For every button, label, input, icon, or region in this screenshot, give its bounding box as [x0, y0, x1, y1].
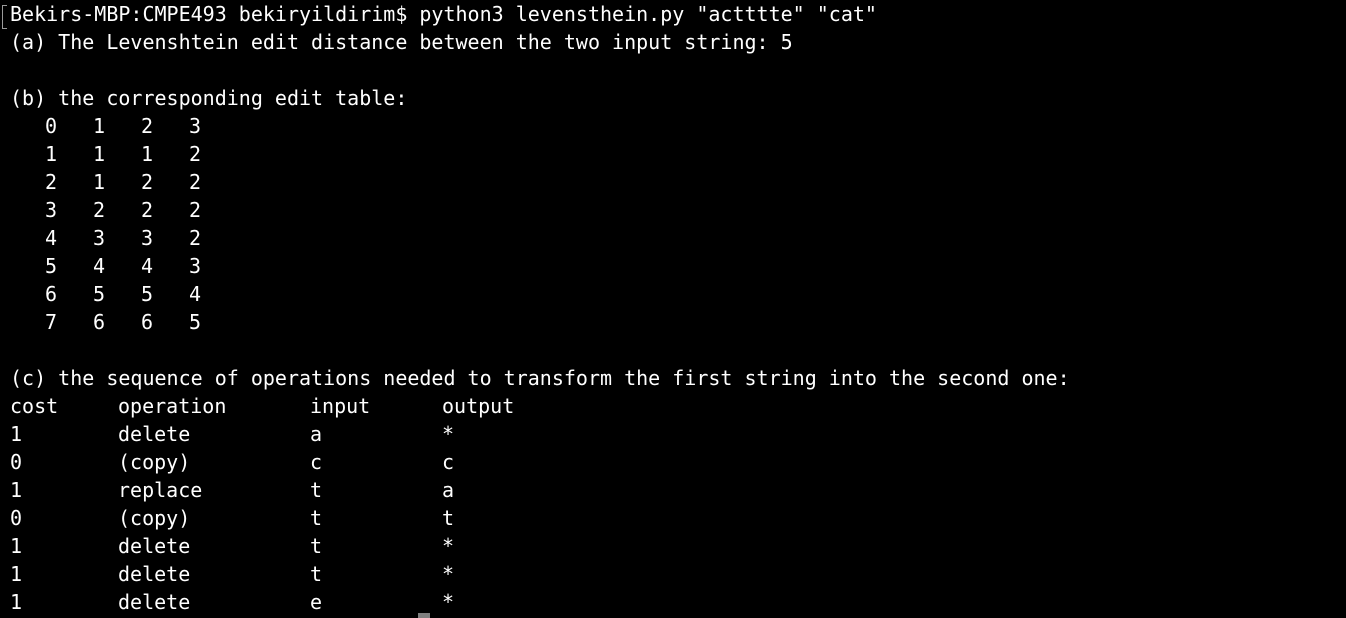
edit-table-cell: 0: [45, 114, 58, 138]
operations-row-cell: 1: [10, 562, 23, 586]
edit-table-cell: 4: [189, 282, 202, 306]
edit-table-cell: 6: [93, 310, 106, 334]
operations-row-cell: e: [310, 590, 323, 614]
edit-table-cell: 2: [45, 170, 58, 194]
edit-table-cell: 2: [189, 142, 202, 166]
edit-table-cell: 2: [141, 170, 154, 194]
operations-row-cell: c: [442, 450, 455, 474]
operations-row-cell: 1: [10, 534, 23, 558]
operations-row-cell: delete: [118, 590, 191, 614]
edit-table-cell: 3: [189, 254, 202, 278]
edit-table-cell: 1: [93, 170, 106, 194]
edit-table-cell: 5: [141, 282, 154, 306]
operations-row-cell: c: [310, 450, 323, 474]
operations-row-cell: delete: [118, 422, 191, 446]
edit-table-cell: 1: [45, 142, 58, 166]
operations-row-cell: t: [310, 506, 323, 530]
operations-row-cell: a: [310, 422, 323, 446]
edit-distance-line: (a) The Levenshtein edit distance betwee…: [10, 30, 793, 54]
operations-row-cell: t: [310, 562, 323, 586]
edit-table-cell: 2: [141, 198, 154, 222]
operations-header-cell: operation: [118, 394, 227, 418]
edit-table-cell: 5: [45, 254, 58, 278]
terminal-window[interactable]: Bekirs-MBP:CMPE493 bekiryildirim$ python…: [0, 0, 1346, 618]
operations-row-cell: *: [442, 562, 455, 586]
terminal-cursor: [418, 613, 430, 618]
edit-table-cell: 4: [93, 254, 106, 278]
edit-table-cell: 2: [93, 198, 106, 222]
operations-row-cell: delete: [118, 562, 191, 586]
command-prompt-line: Bekirs-MBP:CMPE493 bekiryildirim$ python…: [10, 2, 877, 26]
operations-header-cell: input: [310, 394, 371, 418]
edit-table-cell: 3: [141, 226, 154, 250]
operations-row-cell: *: [442, 590, 455, 614]
operations-row-cell: 0: [10, 506, 23, 530]
operations-row-cell: 0: [10, 450, 23, 474]
operations-row-cell: delete: [118, 534, 191, 558]
edit-table-cell: 3: [93, 226, 106, 250]
edit-table-cell: 3: [189, 114, 202, 138]
edit-table-heading: (b) the corresponding edit table:: [10, 86, 408, 110]
operations-heading: (c) the sequence of operations needed to…: [10, 366, 1070, 390]
operations-row-cell: t: [442, 506, 455, 530]
edit-table-cell: 1: [93, 142, 106, 166]
operations-row-cell: *: [442, 422, 455, 446]
edit-table-cell: 5: [189, 310, 202, 334]
operations-row-cell: 1: [10, 478, 23, 502]
operations-header-cell: output: [442, 394, 515, 418]
operations-row-cell: (copy): [118, 506, 191, 530]
edit-table-cell: 4: [45, 226, 58, 250]
edit-table-cell: 5: [93, 282, 106, 306]
operations-row-cell: a: [442, 478, 455, 502]
operations-row-cell: *: [442, 534, 455, 558]
edit-table-cell: 4: [141, 254, 154, 278]
edit-table-cell: 7: [45, 310, 58, 334]
operations-row-cell: t: [310, 478, 323, 502]
edit-table-cell: 6: [141, 310, 154, 334]
edit-table-cell: 2: [189, 226, 202, 250]
edit-table-cell: 2: [189, 198, 202, 222]
edit-table-cell: 2: [189, 170, 202, 194]
operations-row-cell: 1: [10, 422, 23, 446]
operations-row-cell: (copy): [118, 450, 191, 474]
operations-row-cell: replace: [118, 478, 203, 502]
mark-bracket: [2, 5, 7, 29]
edit-table-cell: 6: [45, 282, 58, 306]
operations-header-cell: cost: [10, 394, 59, 418]
edit-table-cell: 3: [45, 198, 58, 222]
operations-row-cell: 1: [10, 590, 23, 614]
edit-table-cell: 2: [141, 114, 154, 138]
edit-table-cell: 1: [141, 142, 154, 166]
operations-row-cell: t: [310, 534, 323, 558]
edit-table-cell: 1: [93, 114, 106, 138]
